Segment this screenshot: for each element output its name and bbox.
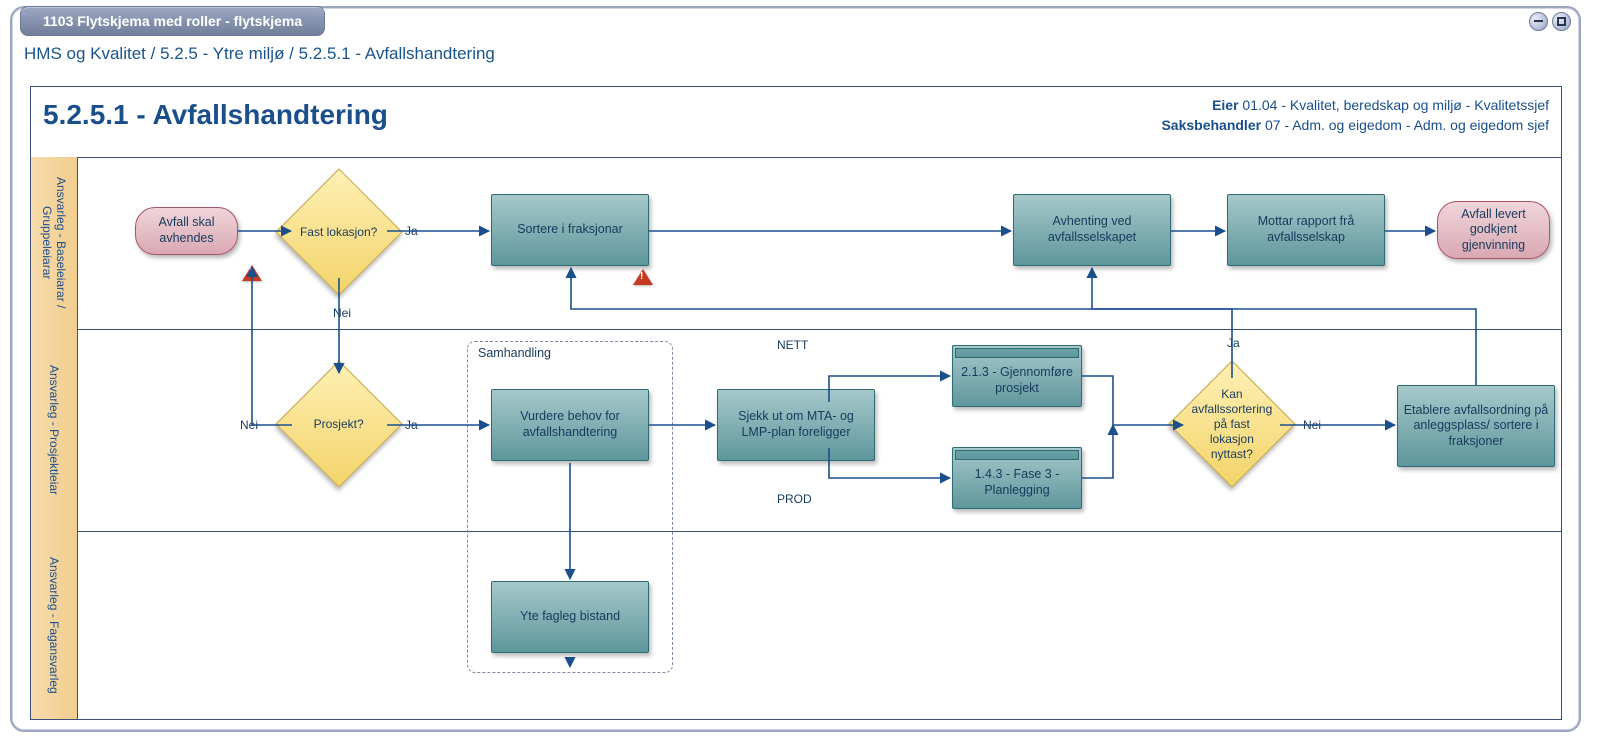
- window-controls: [1529, 12, 1571, 31]
- process-avhenting[interactable]: Avhenting ved avfallsselskapet: [1013, 194, 1171, 266]
- lane-baseleiarar: Ansvarleg - Baseleiarar / Gruppeleiarar …: [31, 157, 1561, 330]
- subprocess-fase3-planlegging[interactable]: 1.4.3 - Fase 3 - Planlegging: [952, 447, 1082, 509]
- process-yte-bistand[interactable]: Yte fagleg bistand: [491, 581, 649, 653]
- decision-prosjekt[interactable]: Prosjekt?: [275, 360, 402, 487]
- process-sjekk-mta-lmp[interactable]: Sjekk ut om MTA- og LMP-plan foreligger: [717, 389, 875, 461]
- terminator-end[interactable]: Avfall levert godkjent gjenvinning: [1437, 201, 1550, 259]
- process-sortere-fraksjonar[interactable]: Sortere i fraksjonar: [491, 194, 649, 266]
- edge-label-nei: Nei: [238, 417, 260, 433]
- process-mottar-rapport[interactable]: Mottar rapport frå avfallsselskap: [1227, 194, 1385, 266]
- diagram-header: 5.2.5.1 - Avfallshandtering Eier 01.04 -…: [31, 87, 1561, 158]
- edge-label-nei: Nei: [1301, 417, 1323, 433]
- breadcrumb-part-3[interactable]: 5.2.5.1 - Avfallshandtering: [299, 44, 495, 63]
- warning-icon: [242, 265, 262, 281]
- header-meta: Eier 01.04 - Kvalitet, beredskap og milj…: [1161, 95, 1549, 135]
- owner-label: Eier: [1212, 97, 1238, 113]
- process-vurdere-behov[interactable]: Vurdere behov for avfallshandtering: [491, 389, 649, 461]
- page-title: 5.2.5.1 - Avfallshandtering: [43, 99, 388, 131]
- breadcrumb: HMS og Kvalitet / 5.2.5 - Ytre miljø / 5…: [24, 44, 495, 64]
- flowchart: 5.2.5.1 - Avfallshandtering Eier 01.04 -…: [30, 86, 1562, 720]
- edge-label-nett: NETT: [775, 337, 810, 353]
- warning-icon: [633, 269, 653, 285]
- edge-label-prod: PROD: [775, 491, 814, 507]
- lane-label: Ansvarleg - Prosjektleiar: [31, 329, 78, 531]
- subprocess-gjennomfore-prosjekt[interactable]: 2.1.3 - Gjennomføre prosjekt: [952, 345, 1082, 407]
- maximize-button[interactable]: [1552, 12, 1571, 31]
- lane-label: Ansvarleg - Fagansvarleg: [31, 531, 78, 719]
- caseworker-label: Saksbehandler: [1161, 117, 1261, 133]
- minimize-button[interactable]: [1529, 12, 1548, 31]
- decision-sort-fast-lokasjon[interactable]: Kan avfallssortering på fast lokasjon ny…: [1168, 360, 1295, 487]
- owner-value: 01.04 - Kvalitet, beredskap og miljø - K…: [1239, 97, 1549, 113]
- process-etablere-avfallsordning[interactable]: Etablere avfallsordning på anleggsplass/…: [1397, 385, 1555, 467]
- app-window: 1103 Flytskjema med roller - flytskjema …: [10, 6, 1581, 732]
- edge-label-ja: Ja: [403, 223, 420, 239]
- edge-label-ja: Ja: [403, 417, 420, 433]
- decision-fast-lokasjon[interactable]: Fast lokasjon?: [275, 168, 402, 295]
- lane-fagansvarleg: Ansvarleg - Fagansvarleg Yte fagleg bist…: [31, 531, 1561, 720]
- edge-label-nei: Nei: [331, 305, 353, 321]
- swimlanes: Ansvarleg - Baseleiarar / Gruppeleiarar …: [31, 157, 1561, 719]
- group-title: Samhandling: [478, 346, 551, 360]
- edge-label-ja: Ja: [1225, 335, 1242, 351]
- breadcrumb-part-2[interactable]: 5.2.5 - Ytre miljø: [160, 44, 284, 63]
- window-title-text: 1103 Flytskjema med roller - flytskjema: [43, 13, 302, 29]
- terminator-start[interactable]: Avfall skal avhendes: [135, 207, 238, 255]
- caseworker-value: 07 - Adm. og eigedom - Adm. og eigedom s…: [1261, 117, 1549, 133]
- window-title: 1103 Flytskjema med roller - flytskjema: [20, 6, 325, 36]
- breadcrumb-part-1[interactable]: HMS og Kvalitet: [24, 44, 146, 63]
- lane-label: Ansvarleg - Baseleiarar / Gruppeleiarar: [31, 157, 78, 329]
